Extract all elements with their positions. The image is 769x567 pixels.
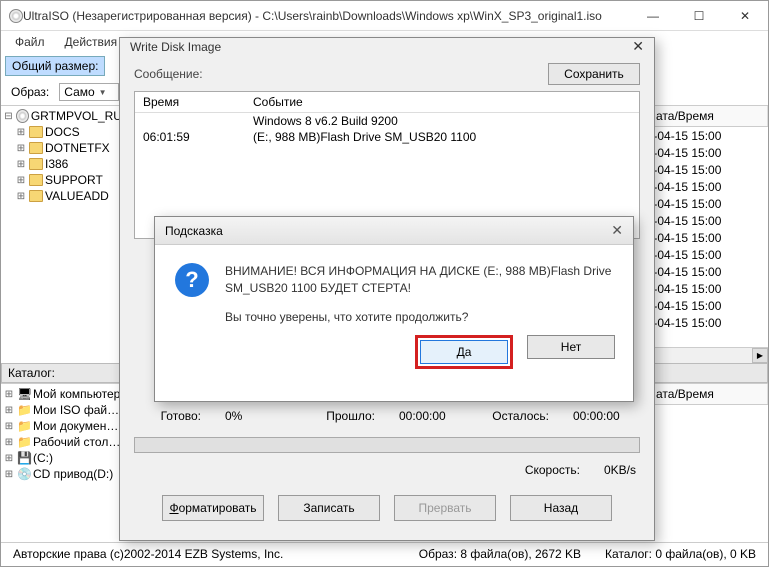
local-tree-item[interactable]: ⊞📁Мои докумен… [1, 418, 124, 434]
remain-value: 00:00:00 [573, 409, 636, 423]
local-tree-item[interactable]: ⊞📁Мои ISO фай… [1, 402, 124, 418]
remain-label: Осталось: [486, 409, 549, 423]
local-tree-item[interactable]: ⊞💾(C:) [1, 450, 124, 466]
status-image: Образ: 8 файла(ов), 2672 KB [419, 547, 581, 561]
yes-button[interactable]: Да [420, 340, 508, 364]
question-icon: ? [175, 263, 209, 297]
elapsed-label: Прошло: [312, 409, 375, 423]
image-combo[interactable]: Само▼ [59, 83, 119, 101]
folder-icon [29, 126, 43, 138]
image-tree[interactable]: ⊟GRTMPVOL_RU ⊞DOCS ⊞DOTNETFX ⊞I386 ⊞SUPP… [1, 106, 125, 363]
yes-highlight: Да [415, 335, 513, 369]
menu-file[interactable]: Файл [5, 33, 55, 51]
wdi-close-icon[interactable]: ✕ [632, 38, 644, 55]
chevron-down-icon: ▼ [99, 88, 107, 97]
write-button[interactable]: Записать [278, 495, 380, 521]
confirm-question: Вы точно уверены, что хотите продолжить? [225, 309, 613, 326]
app-icon [9, 9, 23, 23]
folder-icon [29, 142, 43, 154]
speed-value: 0KB/s [604, 463, 636, 477]
local-tree-item[interactable]: ⊞📁Рабочий стол… [1, 434, 124, 450]
format-button[interactable]: Форматировать [162, 495, 264, 521]
wdi-title: Write Disk Image [130, 40, 221, 54]
close-button[interactable]: ✕ [722, 1, 768, 31]
folder-icon [29, 190, 43, 202]
confirm-dialog: Подсказка ✕ ? ВНИМАНИЕ! ВСЯ ИНФОРМАЦИЯ Н… [154, 216, 634, 402]
disc-icon [16, 109, 29, 123]
ready-label: Готово: [138, 409, 201, 423]
status-catalog: Каталог: 0 файла(ов), 0 KB [605, 547, 756, 561]
folder-icon [29, 174, 43, 186]
log-col-time: Время [135, 92, 245, 112]
minimize-button[interactable]: — [630, 1, 676, 31]
local-tree-item[interactable]: ⊞💿CD привод(D:) [1, 466, 124, 482]
folder-icon [29, 158, 43, 170]
window-title: UltraISO (Незарегистрированная версия) -… [23, 9, 630, 23]
abort-button: Прервать [394, 495, 496, 521]
progress-bar [134, 437, 640, 453]
image-label: Образ: [5, 83, 55, 101]
message-label: Сообщение: [134, 67, 203, 81]
speed-label: Скорость: [525, 463, 580, 477]
menu-actions[interactable]: Действия [55, 33, 128, 51]
log-col-event: Событие [245, 92, 639, 112]
status-copyright: Авторские права (c)2002-2014 EZB Systems… [13, 547, 395, 561]
confirm-title: Подсказка [165, 224, 223, 238]
ready-value: 0% [225, 409, 288, 423]
back-button[interactable]: Назад [510, 495, 612, 521]
local-tree[interactable]: ⊞🖥Мой компьютер⊞📁Мои ISO фай…⊞📁Мои докум… [1, 384, 125, 513]
total-size-label: Общий размер: [5, 56, 105, 76]
elapsed-value: 00:00:00 [399, 409, 462, 423]
col-date-lower[interactable]: ата/Время [648, 384, 768, 404]
maximize-button[interactable]: ☐ [676, 1, 722, 31]
no-button[interactable]: Нет [527, 335, 615, 359]
confirm-close-icon[interactable]: ✕ [611, 222, 623, 239]
save-button[interactable]: Сохранить [548, 63, 640, 85]
col-date[interactable]: ата/Время [648, 106, 768, 126]
local-tree-item[interactable]: ⊞🖥Мой компьютер [1, 386, 124, 402]
confirm-warning: ВНИМАНИЕ! ВСЯ ИНФОРМАЦИЯ НА ДИСКЕ (E:, 9… [225, 263, 613, 297]
